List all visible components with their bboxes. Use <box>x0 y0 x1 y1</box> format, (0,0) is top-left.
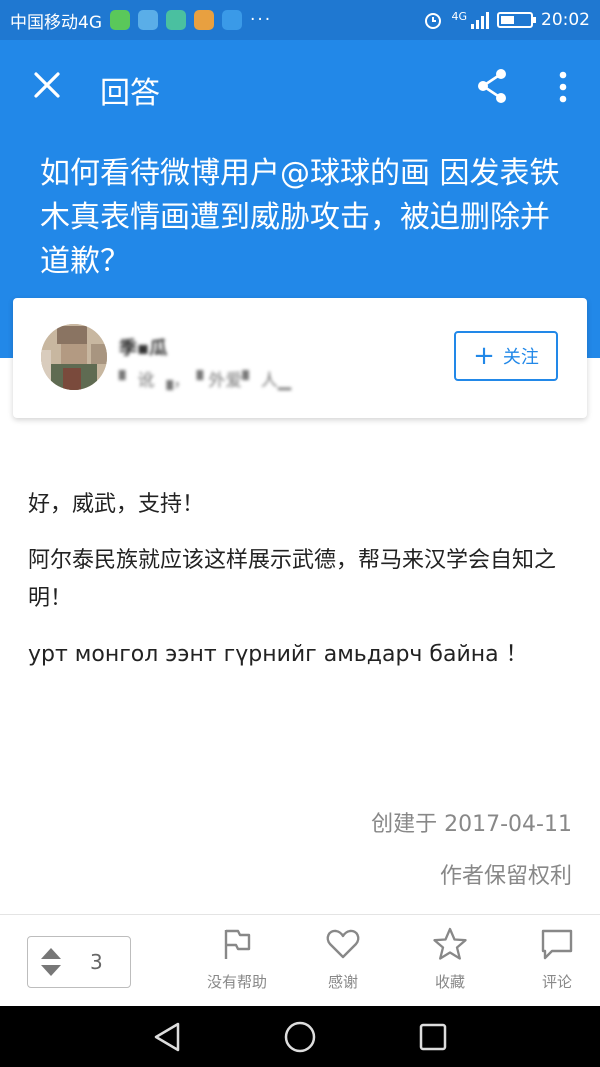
back-icon[interactable] <box>150 1020 184 1054</box>
answer-paragraph: 阿尔泰民族就应该这样展示武德，帮马来汉学会自知之明！ <box>28 548 557 611</box>
favorite-button[interactable]: 收藏 <box>410 927 490 992</box>
page-title: 回答 <box>100 76 160 111</box>
share-icon[interactable] <box>474 66 510 106</box>
alarm-icon <box>425 13 442 29</box>
system-nav-bar <box>0 1006 600 1067</box>
not-helpful-button[interactable]: 没有帮助 <box>197 927 277 992</box>
close-icon[interactable] <box>30 68 64 102</box>
message-notification-icon <box>222 10 242 30</box>
app-notification-icon <box>110 10 130 30</box>
plus-icon: + <box>473 341 495 371</box>
status-bar-left: 中国移动4G ··· <box>10 8 272 33</box>
not-helpful-label: 没有帮助 <box>206 973 267 991</box>
app-notification-icon <box>138 10 158 30</box>
thanks-button[interactable]: 感谢 <box>303 927 383 992</box>
flag-icon <box>224 929 251 959</box>
signal-icon <box>471 11 489 29</box>
thanks-label: 感谢 <box>327 973 358 991</box>
question-title[interactable]: 如何看待微博用户@球球的画 因发表铁木真表情画遭到威胁攻击，被迫删除并道歉？ <box>40 152 570 284</box>
more-options-icon[interactable] <box>552 70 574 104</box>
vote-arrows-icon <box>41 948 61 976</box>
app-notification-icon <box>166 10 186 30</box>
comment-icon <box>541 929 573 960</box>
follow-label: 关注 <box>502 347 539 368</box>
recents-icon[interactable] <box>416 1020 450 1054</box>
copyright-note: 作者保留权利 <box>439 864 572 889</box>
comment-button[interactable]: 评论 <box>517 927 597 992</box>
vote-button[interactable]: 3 <box>27 936 131 988</box>
home-icon[interactable] <box>283 1020 317 1054</box>
author-name[interactable]: 季▪︎瓜 <box>119 334 167 360</box>
vote-count: 3 <box>90 950 103 974</box>
battery-icon <box>497 12 536 28</box>
star-icon <box>433 927 467 960</box>
answer-content: 好，威武，支持！ 阿尔泰民族就应该这样展示武德，帮马来汉学会自知之明！ урт … <box>28 486 573 692</box>
created-date: 创建于 2017-04-11 <box>371 812 572 837</box>
status-bar: 中国移动4G ··· 4G 20:02 <box>0 0 600 40</box>
status-bar-right: 4G 20:02 <box>423 10 590 30</box>
carrier-label: 中国移动4G <box>10 12 102 33</box>
clock: 20:02 <box>541 10 590 30</box>
heart-icon <box>326 929 360 959</box>
answer-paragraph: 好，威武，支持！ <box>28 492 205 517</box>
comment-label: 评论 <box>541 973 572 991</box>
app-notification-icon <box>194 10 214 30</box>
follow-button[interactable]: + 关注 <box>454 331 558 381</box>
favorite-label: 收藏 <box>434 973 465 991</box>
network-type-label: 4G <box>451 10 467 23</box>
author-card[interactable]: 季▪︎瓜 ▘ 讹 ▗，▝ 外爱▘ 人▁ + 关注 <box>13 298 587 418</box>
answer-paragraph: урт монгол ээнт гүрнийг амьдарч байна ！ <box>28 642 528 667</box>
action-bar: 3 没有帮助 感谢 收藏 评论 <box>0 914 600 1007</box>
author-bio: ▘ 讹 ▗，▝ 外爱▘ 人▁ <box>119 371 291 391</box>
avatar[interactable] <box>41 324 107 390</box>
toolbar: 回答 <box>0 40 600 136</box>
more-notifications-icon: ··· <box>250 10 273 30</box>
